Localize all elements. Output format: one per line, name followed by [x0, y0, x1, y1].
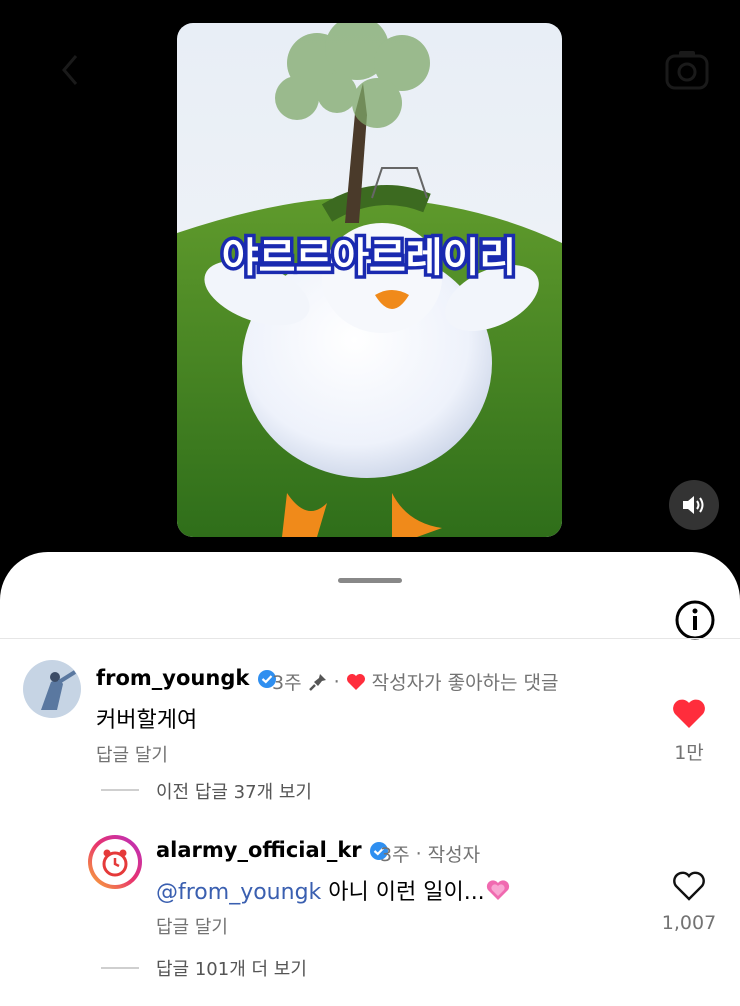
view-more-replies[interactable]: 답글 101개 더 보기 — [156, 955, 307, 981]
reply-text: @from_youngk 아니 이런 일이... — [156, 874, 511, 906]
back-icon[interactable] — [56, 52, 86, 88]
reply-comment: alarmy_official_kr 3주 · 작성자 @from_youngk… — [0, 828, 740, 958]
drag-handle[interactable] — [338, 578, 402, 583]
meta-separator: · — [415, 842, 422, 865]
username-text[interactable]: from_youngk — [96, 666, 249, 690]
info-button[interactable] — [673, 598, 717, 642]
reply-body: 아니 이런 일이... — [321, 880, 485, 905]
pin-icon — [308, 673, 326, 691]
like-count: 1만 — [674, 742, 704, 764]
author-badge: 작성자 — [427, 844, 481, 866]
comments-sheet: from_youngk 3주 · 작성자가 좋아하는 댓글 커버할게여 답글 달… — [0, 552, 740, 1006]
comment-text: 커버할게여 — [96, 708, 198, 733]
sound-icon — [683, 496, 704, 514]
reply-button[interactable]: 답글 달기 — [156, 913, 228, 939]
thread-line — [101, 789, 139, 791]
like-count: 1,007 — [661, 912, 717, 934]
heart-icon[interactable] — [672, 870, 706, 902]
avatar[interactable] — [87, 834, 143, 890]
thread-line — [101, 967, 139, 969]
comment-meta: 3주 · 작성자가 좋아하는 댓글 — [272, 668, 559, 695]
comment-time: 3주 — [272, 672, 302, 694]
info-icon — [675, 600, 715, 640]
creator-liked-label: 작성자가 좋아하는 댓글 — [371, 672, 559, 694]
sound-button[interactable] — [669, 480, 719, 530]
heart-icon[interactable] — [672, 698, 706, 730]
reply-button[interactable]: 답글 달기 — [96, 741, 168, 767]
meta-separator: · — [333, 670, 340, 693]
reply-time: 3주 — [380, 844, 410, 866]
divider — [0, 638, 740, 639]
view-previous-replies[interactable]: 이전 답글 37개 보기 — [156, 778, 312, 804]
username-text[interactable]: alarmy_official_kr — [156, 838, 362, 862]
sparkling-heart-icon — [486, 880, 509, 900]
heart-icon — [346, 673, 365, 690]
camera-icon[interactable] — [664, 48, 710, 92]
video-caption: 야르르아르레이리 — [218, 232, 519, 285]
caption-text: 야르르아르레이리 — [222, 235, 516, 281]
video-player[interactable]: 야르르아르레이리 — [177, 23, 562, 537]
comment-username[interactable]: from_youngk — [96, 666, 277, 690]
reply-meta: 3주 · 작성자 — [380, 840, 480, 867]
reply-username[interactable]: alarmy_official_kr — [156, 838, 389, 862]
comment: from_youngk 3주 · 작성자가 좋아하는 댓글 커버할게여 답글 달… — [0, 656, 740, 786]
mention-link[interactable]: @from_youngk — [156, 880, 321, 905]
avatar[interactable] — [23, 660, 81, 718]
